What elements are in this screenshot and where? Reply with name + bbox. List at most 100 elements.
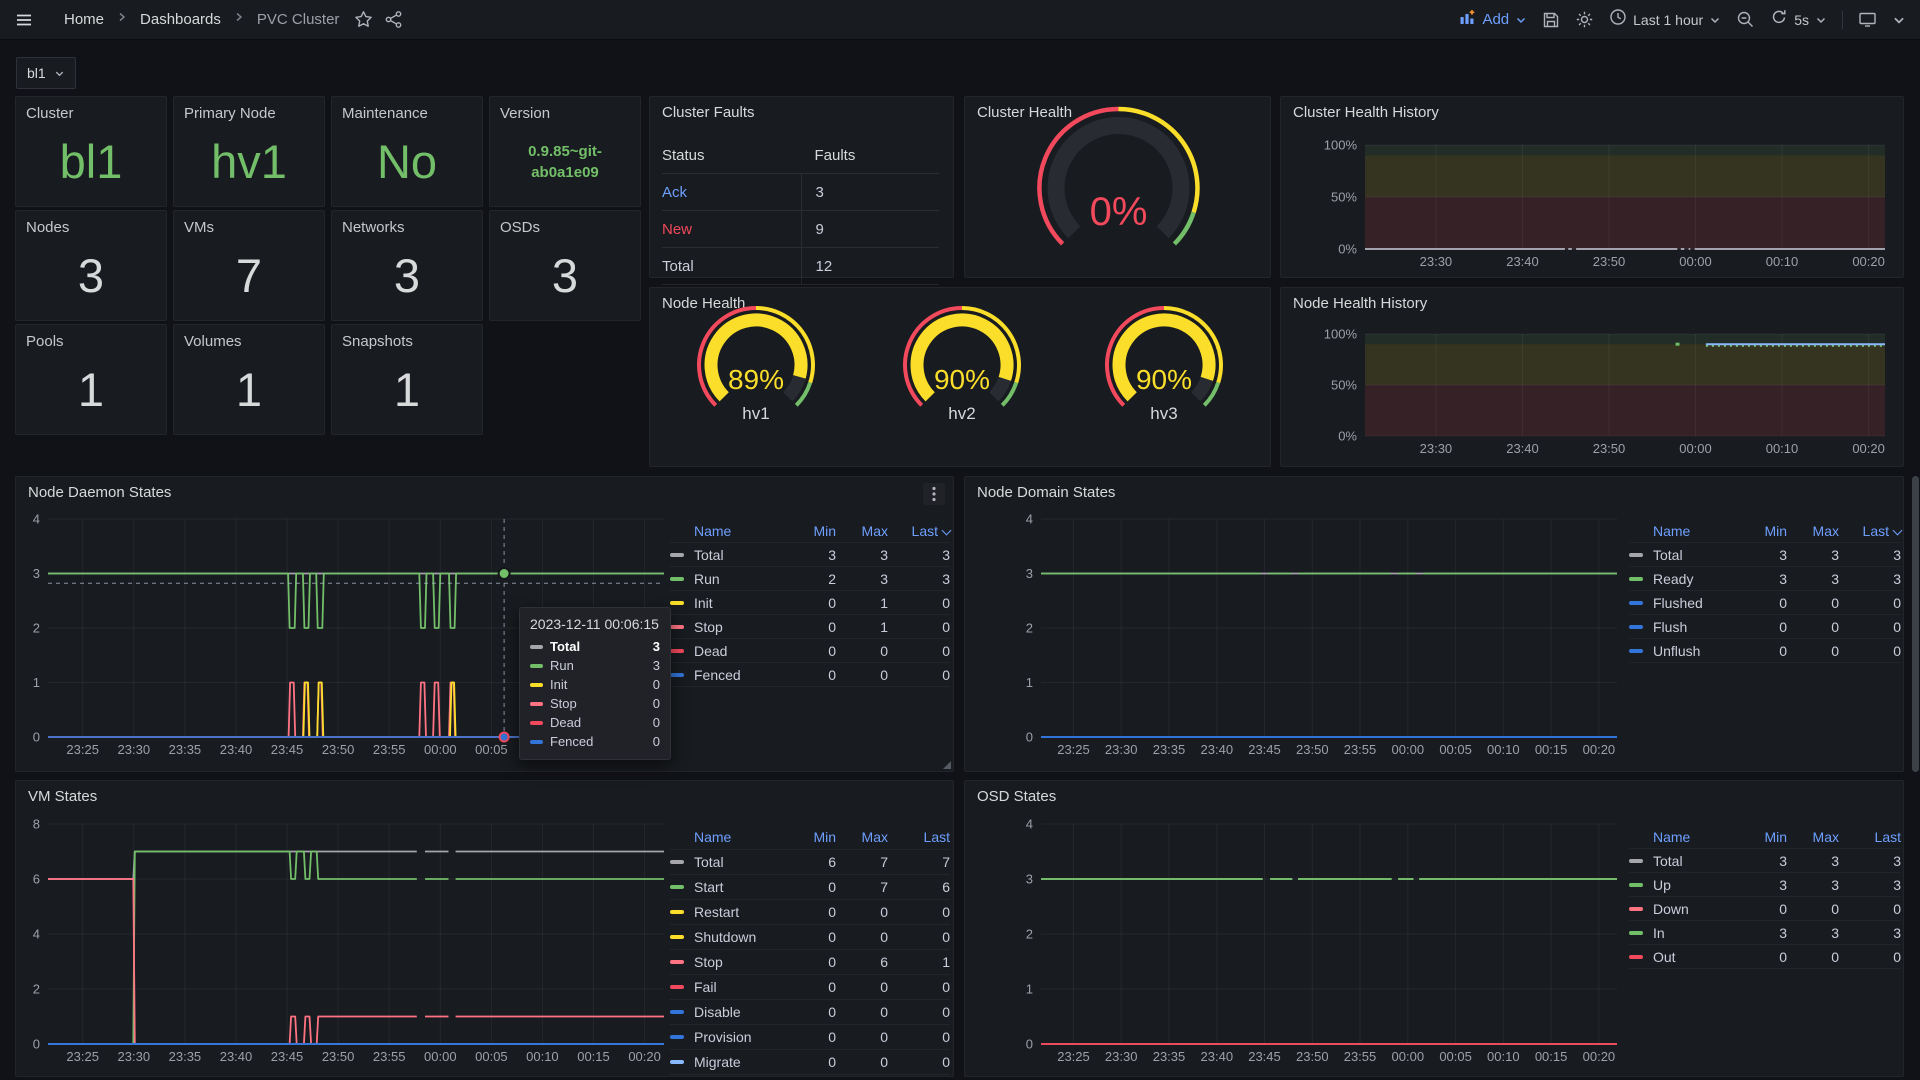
legend-row-start[interactable]: Start076 — [670, 875, 950, 900]
legend-row-fail[interactable]: Fail000 — [670, 975, 950, 1000]
svg-text:0: 0 — [1026, 1037, 1033, 1052]
breadcrumb-home[interactable]: Home — [64, 11, 104, 28]
stat-title: Version — [500, 105, 550, 122]
svg-text:3: 3 — [1026, 872, 1033, 887]
legend-row-migrate[interactable]: Migrate000 — [670, 1050, 950, 1075]
svg-text:90%: 90% — [934, 364, 990, 395]
panel-resize-handle[interactable] — [943, 761, 951, 769]
legend-row-flush[interactable]: Flush000 — [1629, 615, 1901, 639]
legend-row-ready[interactable]: Ready333 — [1629, 567, 1901, 591]
add-button[interactable]: Add — [1459, 9, 1527, 31]
svg-text:23:55: 23:55 — [1344, 1049, 1377, 1064]
clock-icon — [1609, 8, 1627, 31]
legend-row-disable[interactable]: Disable000 — [670, 1000, 950, 1025]
legend-row-total[interactable]: Total333 — [1629, 849, 1901, 873]
vm-states-chart[interactable]: 23:2523:3023:3523:4023:4523:5023:5500:00… — [22, 818, 670, 1074]
node-health-history-chart[interactable]: 23:3023:4023:5000:0000:1000:200%50%100% — [1289, 318, 1897, 462]
page-scrollbar-thumb[interactable] — [1912, 476, 1919, 772]
svg-text:00:00: 00:00 — [424, 742, 457, 757]
breadcrumb-dashboards[interactable]: Dashboards — [140, 11, 221, 28]
zoom-out-icon[interactable] — [1736, 10, 1755, 29]
svg-text:23:30: 23:30 — [118, 742, 151, 757]
legend-row-restart[interactable]: Restart000 — [670, 900, 950, 925]
legend-row-unflush[interactable]: Unflush000 — [1629, 639, 1901, 663]
top-navbar: Home Dashboards PVC Cluster Add — [0, 0, 1920, 40]
kiosk-monitor-icon[interactable] — [1858, 10, 1877, 29]
node-domain-states-legend[interactable]: NameMinMaxLastTotal333Ready333Flushed000… — [1629, 519, 1901, 663]
series-color-chip — [670, 1035, 684, 1039]
stat-value: 0.9.85~git- ab0a1e09 — [490, 123, 640, 200]
legend-header[interactable]: NameMinMaxLast — [670, 825, 950, 850]
svg-text:100%: 100% — [1324, 327, 1358, 342]
svg-text:3: 3 — [33, 566, 40, 581]
time-range-picker[interactable]: Last 1 hour — [1609, 8, 1721, 31]
panel-title[interactable]: VM States — [28, 788, 97, 805]
series-color-chip — [1629, 883, 1643, 887]
legend-header[interactable]: NameMinMaxLast — [670, 519, 950, 543]
legend-row-total[interactable]: Total677 — [670, 850, 950, 875]
series-color-chip — [1629, 601, 1643, 605]
legend-row-fenced[interactable]: Fenced000 — [670, 663, 950, 687]
osd-states-chart[interactable]: 23:2523:3023:3523:4023:4523:5023:5500:00… — [1005, 818, 1623, 1074]
stat-panel-version: Version0.9.85~git- ab0a1e09 — [489, 96, 641, 207]
panel-menu-kebab-icon[interactable] — [923, 483, 945, 505]
star-icon[interactable] — [354, 10, 373, 29]
panel-title[interactable]: Cluster Faults — [662, 104, 755, 121]
svg-text:6: 6 — [33, 872, 40, 887]
legend-header[interactable]: NameMinMaxLast — [1629, 519, 1901, 543]
cluster-faults-table: StatusFaultsAck3New9Total12 — [662, 137, 939, 285]
svg-text:00:10: 00:10 — [1487, 742, 1520, 757]
chevron-down-icon — [1515, 14, 1527, 26]
svg-text:23:30: 23:30 — [1420, 441, 1453, 456]
legend-row-stop[interactable]: Stop061 — [670, 950, 950, 975]
panel-title[interactable]: Node Daemon States — [28, 484, 171, 501]
series-color-chip — [670, 1010, 684, 1014]
node-domain-states-chart[interactable]: 23:2523:3023:3523:4023:4523:5023:5500:00… — [1005, 513, 1623, 767]
panel-title[interactable]: Node Domain States — [977, 484, 1115, 501]
vm-states-legend[interactable]: NameMinMaxLastTotal677Start076Restart000… — [670, 825, 950, 1075]
share-icon[interactable] — [384, 10, 403, 29]
svg-text:4: 4 — [1026, 818, 1033, 832]
series-color-chip — [1629, 859, 1643, 863]
legend-row-in[interactable]: In333 — [1629, 921, 1901, 945]
stat-value: 1 — [16, 351, 166, 428]
refresh-button[interactable]: 5s — [1770, 8, 1827, 31]
legend-row-up[interactable]: Up333 — [1629, 873, 1901, 897]
svg-text:00:20: 00:20 — [1852, 254, 1885, 269]
legend-row-total[interactable]: Total333 — [670, 543, 950, 567]
cluster-variable-dropdown[interactable]: bl1 — [16, 57, 76, 89]
legend-row-stop[interactable]: Stop010 — [670, 615, 950, 639]
svg-text:00:10: 00:10 — [1766, 441, 1799, 456]
svg-text:00:20: 00:20 — [1583, 742, 1616, 757]
breadcrumb-current[interactable]: PVC Cluster — [257, 11, 340, 28]
svg-text:2: 2 — [1026, 927, 1033, 942]
legend-row-shutdown[interactable]: Shutdown000 — [670, 925, 950, 950]
panel-title[interactable]: OSD States — [977, 788, 1056, 805]
legend-row-dead[interactable]: Dead000 — [670, 639, 950, 663]
tooltip-row-dead: Dead0 — [530, 713, 660, 732]
svg-text:100%: 100% — [1324, 138, 1358, 153]
legend-row-down[interactable]: Down000 — [1629, 897, 1901, 921]
menu-icon[interactable] — [14, 10, 34, 30]
svg-text:23:25: 23:25 — [1057, 742, 1090, 757]
save-dashboard-icon[interactable] — [1542, 11, 1560, 29]
panel-cluster-faults: Cluster Faults StatusFaultsAck3New9Total… — [649, 96, 954, 278]
gear-icon[interactable] — [1575, 10, 1594, 29]
panel-title[interactable]: Node Health History — [1293, 295, 1427, 312]
legend-row-total[interactable]: Total333 — [1629, 543, 1901, 567]
node-daemon-states-legend[interactable]: NameMinMaxLastTotal333Run233Init010Stop0… — [670, 519, 950, 687]
panel-title[interactable]: Cluster Health History — [1293, 104, 1439, 121]
toolbar-chevron-down-icon[interactable] — [1892, 13, 1906, 27]
legend-row-init[interactable]: Init010 — [670, 591, 950, 615]
series-color-chip — [670, 910, 684, 914]
legend-row-flushed[interactable]: Flushed000 — [1629, 591, 1901, 615]
series-color-chip — [670, 625, 684, 629]
svg-text:00:05: 00:05 — [475, 742, 508, 757]
osd-states-legend[interactable]: NameMinMaxLastTotal333Up333Down000In333O… — [1629, 825, 1901, 969]
legend-row-provision[interactable]: Provision000 — [670, 1025, 950, 1050]
legend-row-run[interactable]: Run233 — [670, 567, 950, 591]
legend-header[interactable]: NameMinMaxLast — [1629, 825, 1901, 849]
cluster-health-history-chart[interactable]: 23:3023:4023:5000:0000:1000:200%50%100% — [1289, 127, 1897, 273]
legend-row-out[interactable]: Out000 — [1629, 945, 1901, 969]
cluster-health-gauge: 0% — [965, 97, 1270, 277]
